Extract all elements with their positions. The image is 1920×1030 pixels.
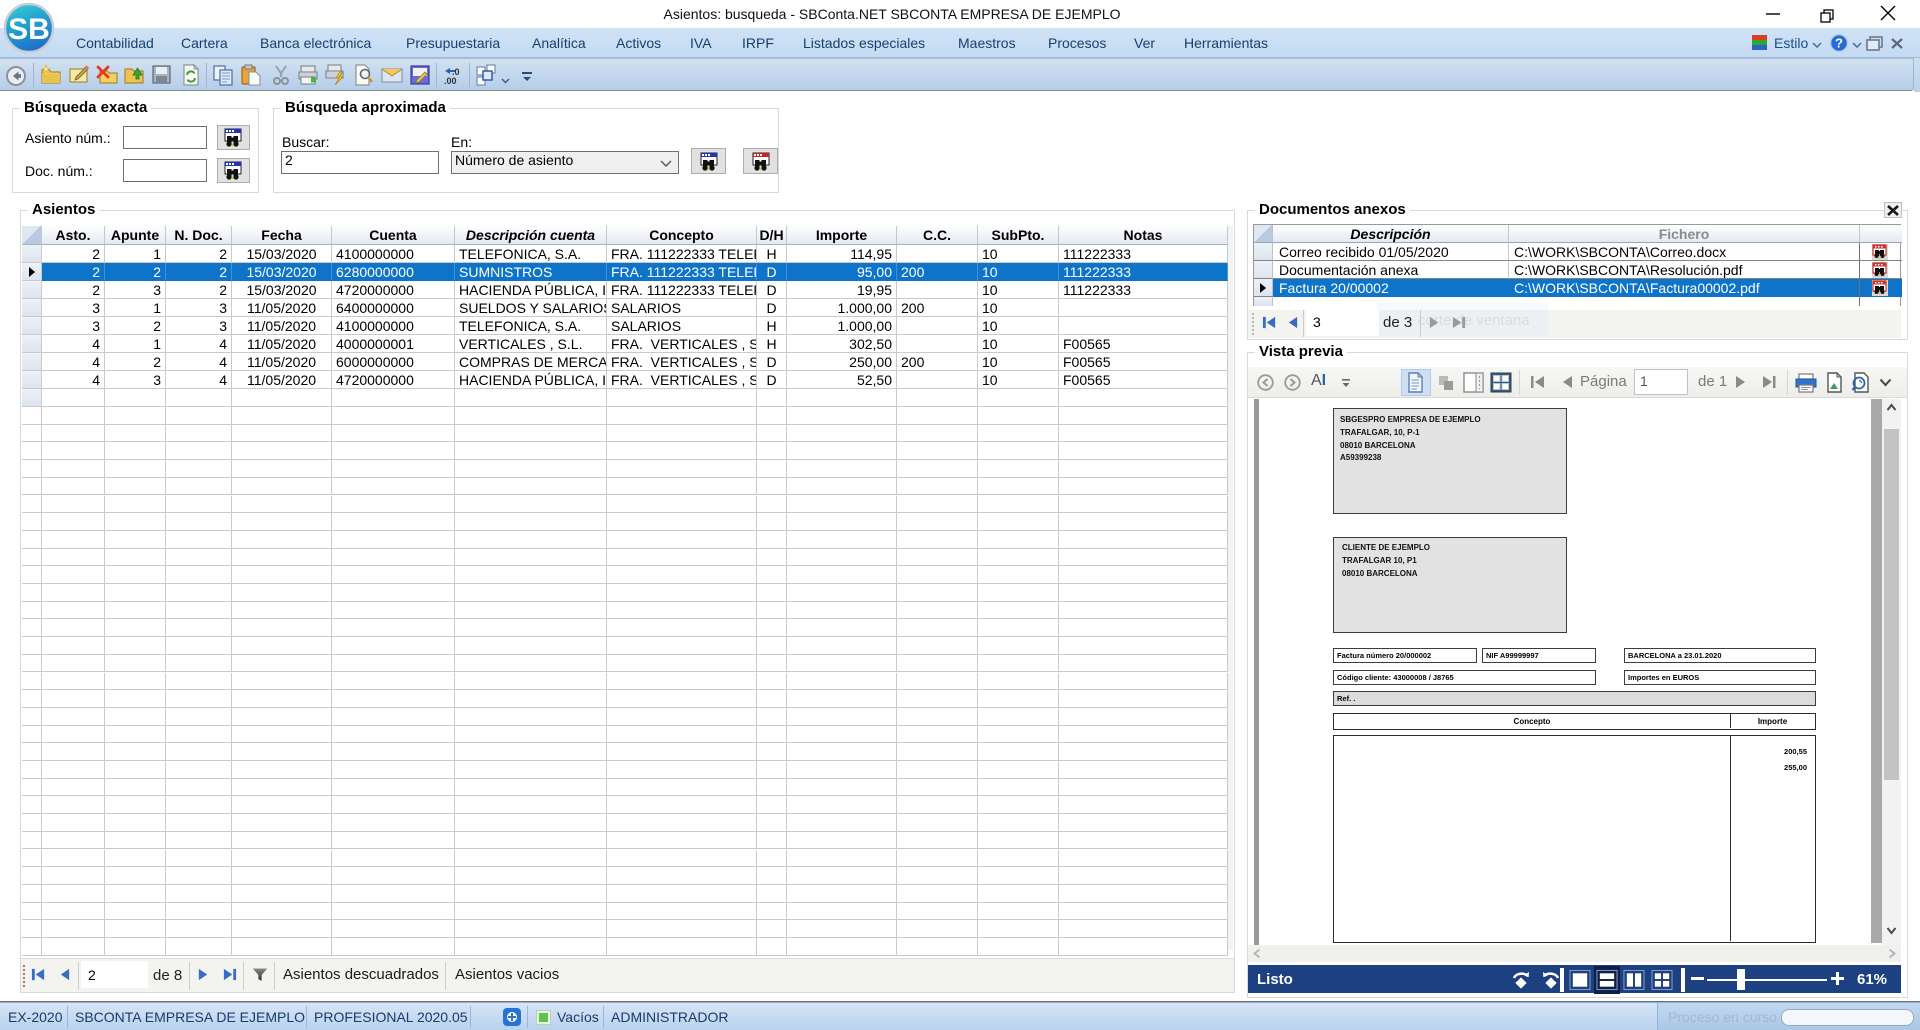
svg-text:?: ?: [1835, 36, 1843, 51]
svg-text:.00: .00: [444, 76, 457, 86]
svg-text:SB: SB: [8, 13, 50, 46]
